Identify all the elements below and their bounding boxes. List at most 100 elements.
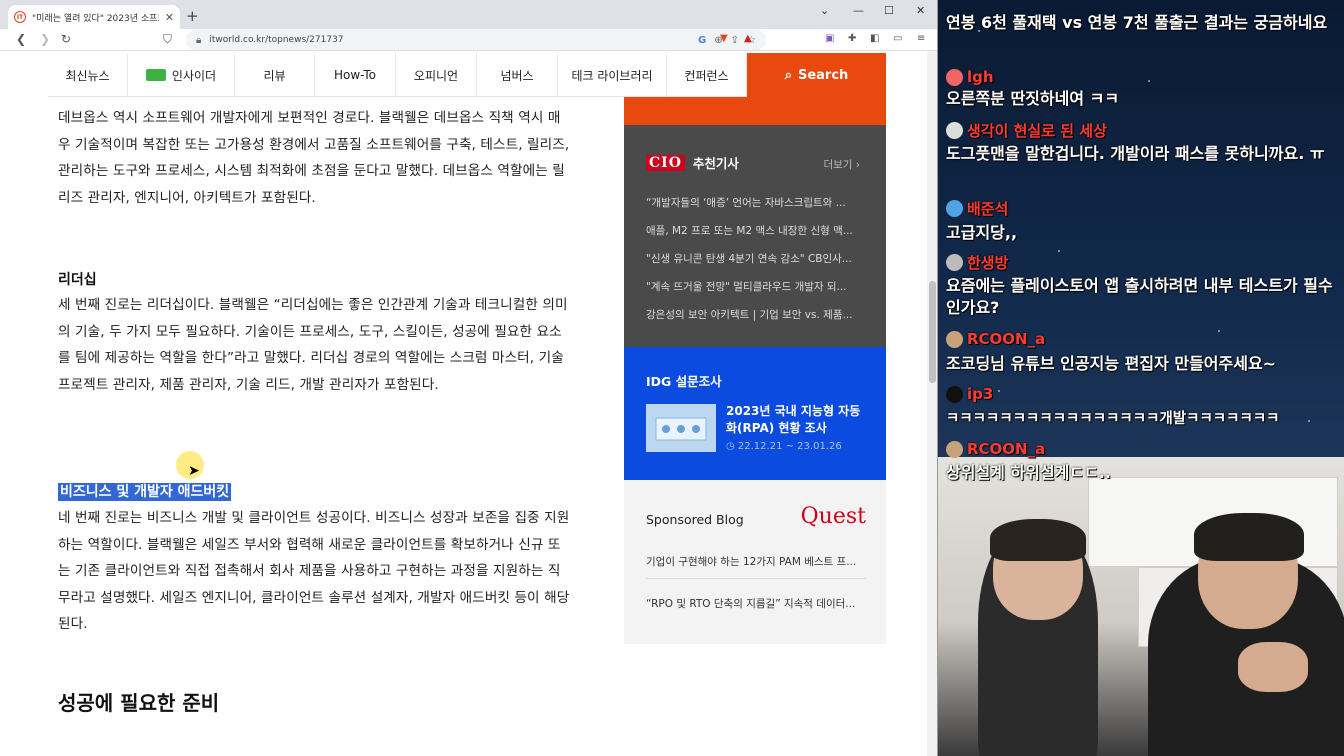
sponsored-box: Sponsored Blog Quest 기업이 구현해야 하는 12가지 PA… [624, 480, 886, 644]
chat-username: RCOON_a [946, 330, 1045, 348]
forward-icon[interactable]: ❯ [40, 32, 50, 46]
menu-icon[interactable]: ≡ [917, 33, 925, 44]
nav-label: 인사이더 [171, 68, 217, 83]
chat-username: 한생방 [946, 252, 1008, 273]
search-label: Search [797, 67, 849, 83]
chat-username-text: 생각이 현실로 된 세상 [967, 122, 1107, 140]
heading-leadership: 리더십 [58, 272, 97, 288]
heading-success: 성공에 필요한 준비 [58, 691, 220, 715]
tab-search-icon[interactable]: ⌄ [820, 4, 829, 17]
close-tab-icon[interactable]: ✕ [165, 11, 174, 24]
chat-message: 상위설계 하위설계ㄷㄷ.. [946, 463, 1111, 482]
recommended-title: 추천기사 [692, 156, 739, 171]
reload-icon[interactable]: ↻ [61, 32, 71, 46]
mouse-cursor-icon: ➤ [188, 463, 200, 479]
paragraph-business: 네 번째 진로는 비즈니스 개발 및 클라이언트 성공이다. 비즈니스 성장과 … [58, 510, 570, 633]
recommended-item[interactable]: “개발자들의 ‘애증’ 언어는 자바스크립트와 ... [646, 195, 864, 210]
itworld-favicon-icon: IT [14, 11, 26, 23]
chat-message: 연봉 6천 풀재택 vs 연봉 7천 풀출근 결과는 궁금하네요 [946, 13, 1328, 32]
bookmark-icon[interactable]: ⛉ [163, 32, 172, 47]
scrollbar-thumb[interactable] [929, 281, 936, 383]
chat-username: 배준석 [946, 198, 1008, 219]
brave-shield-icon[interactable]: ▼ [720, 33, 728, 44]
nav-insider[interactable]: 인사이더 [128, 53, 235, 97]
nav-label: 넘버스 [500, 68, 534, 83]
nav-opinion[interactable]: 오피니언 [396, 53, 477, 97]
page-scrollbar[interactable] [927, 51, 937, 756]
survey-title: IDG 설문조사 [646, 374, 722, 389]
recommended-item[interactable]: "계속 뜨거울 전망" 멀티클라우드 개발자 되... [646, 279, 864, 294]
star [1058, 250, 1060, 252]
browser-window: IT "미래는 열려 있다" 2023년 소프트 ✕ + ⌄ — ☐ ✕ ❮ ❯… [0, 0, 938, 756]
nav-numbers[interactable]: 넘버스 [477, 53, 558, 97]
browser-toolbar: ❮ ❯ ↻ ⛉ 🔒︎ itworld.co.kr/topnews/271737 … [0, 29, 937, 51]
chat-username: ip3 [946, 385, 993, 403]
person-right-hands [1238, 642, 1308, 692]
sponsored-item[interactable]: “RPO 및 RTO 단축의 지름길” 지속적 데이터... [646, 596, 866, 611]
sidebar-icon[interactable]: ◧ [870, 33, 879, 44]
user-avatar-icon [946, 122, 963, 139]
search-icon: ⌕ [784, 67, 792, 83]
chat-message: 오른쪽분 딴짓하네여 ㅋㅋ [946, 89, 1120, 108]
heading-business: 비즈니스 및 개발자 애드버킷 [58, 481, 232, 501]
user-avatar-icon [946, 254, 963, 271]
sponsored-item[interactable]: 기업이 구현해야 하는 12가지 PAM 베스트 프... [646, 554, 866, 569]
user-avatar-icon [946, 200, 963, 217]
selected-text[interactable]: 비즈니스 및 개발자 애드버킷 [58, 483, 232, 501]
chat-username-text: RCOON_a [967, 330, 1046, 348]
nav-label: 최신뉴스 [65, 68, 110, 83]
wallet-icon[interactable]: ▭ [893, 33, 902, 44]
more-link[interactable]: 더보기 › [823, 157, 860, 172]
search-button[interactable]: ⌕ Search [747, 53, 886, 97]
maximize-icon[interactable]: ☐ [884, 4, 894, 17]
nav-label: How-To [333, 68, 377, 82]
brave-rewards-icon[interactable]: ▲ [744, 33, 752, 44]
nav-tech-library[interactable]: 테크 라이브러리 [558, 53, 667, 97]
survey-thumbnail [646, 404, 716, 452]
person-right-hair [1194, 513, 1304, 561]
google-translate-icon[interactable]: G [698, 35, 706, 46]
star [1148, 80, 1150, 82]
recommended-item[interactable]: 애플, M2 프로 또는 M2 맥스 내장한 신형 맥... [646, 223, 864, 238]
recommended-header: CIO 추천기사 [646, 153, 739, 172]
survey-box[interactable]: IDG 설문조사 2023년 국내 지능형 자동화(RPA) 현황 조사 ◷ 2… [624, 347, 886, 480]
close-window-icon[interactable]: ✕ [916, 4, 925, 17]
nav-label: 테크 라이브러리 [571, 68, 653, 83]
survey-name: 2023년 국내 지능형 자동화(RPA) 현황 조사 [726, 404, 861, 435]
share-icon[interactable]: ⇪ [731, 35, 739, 46]
extension-m-icon[interactable]: ▣ [825, 33, 834, 44]
user-avatar-icon [946, 68, 963, 86]
chat-message: 조코딩님 유튜브 인공지능 편집자 만들어주세요~ [946, 354, 1277, 373]
nav-latest-news[interactable]: 최신뉴스 [48, 53, 128, 97]
browser-tab[interactable]: IT "미래는 열려 있다" 2023년 소프트 ✕ [8, 5, 180, 29]
webcam-feed [938, 457, 1344, 756]
nav-review[interactable]: 리뷰 [235, 53, 315, 97]
paragraph-leadership: 세 번째 진로는 리더십이다. 블랙웰은 “리더십에는 좋은 인간관계 기술과 … [58, 297, 568, 393]
user-avatar-icon [946, 385, 963, 403]
chat-username-text: RCOON_a [967, 440, 1046, 458]
star [998, 390, 1000, 392]
chat-username-text: 한생방 [967, 254, 1009, 272]
chat-username: 생각이 현실로 된 세상 [946, 120, 1107, 141]
nav-howto[interactable]: How-To [315, 53, 396, 97]
divider [646, 578, 866, 579]
insider-badge-icon [145, 69, 166, 81]
chat-message: ㅋㅋㅋㅋㅋㅋㅋㅋㅋㅋㅋㅋㅋㅋㅋㅋ개발ㅋㅋㅋㅋㅋㅋㅋ [946, 411, 1280, 427]
recommended-item[interactable]: "신생 유니콘 탄생 4분기 연속 감소" CB인사... [646, 251, 864, 266]
tab-title: "미래는 열려 있다" 2023년 소프트 [32, 13, 159, 24]
quest-logo[interactable]: Quest [801, 504, 866, 529]
sponsored-title: Sponsored Blog [646, 512, 744, 527]
minimize-icon[interactable]: — [853, 4, 864, 17]
back-icon[interactable]: ❮ [16, 32, 26, 46]
nav-label: 컨퍼런스 [684, 68, 729, 83]
nav-conference[interactable]: 컨퍼런스 [667, 53, 747, 97]
new-tab-icon[interactable]: + [186, 7, 199, 25]
sidebar-banner [624, 97, 886, 125]
survey-illustration-icon [655, 417, 707, 441]
cio-logo: CIO [646, 154, 685, 171]
web-page: 최신뉴스 인사이더 리뷰 How-To 오피니언 넘버스 테크 라이브러리 컨퍼… [0, 51, 930, 756]
address-bar[interactable]: 🔒︎ itworld.co.kr/topnews/271737 G ⊕ ⇪ ☆ [186, 30, 766, 50]
extensions-puzzle-icon[interactable]: ✚ [848, 33, 856, 44]
survey-date: ◷ 22.12.21 ~ 23.01.26 [726, 441, 842, 452]
recommended-item[interactable]: 강은성의 보안 아키텍트 | 기업 보안 vs. 제품... [646, 307, 864, 322]
